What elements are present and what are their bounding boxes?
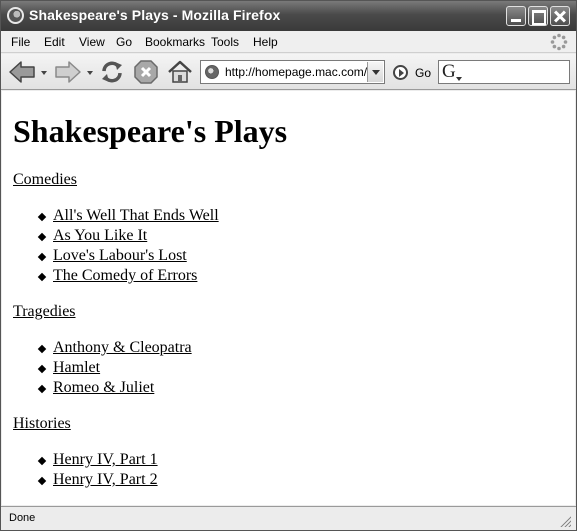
menu-help[interactable]: Help [253, 35, 278, 49]
search-engine-icon[interactable]: G [442, 62, 462, 82]
bullet-icon [37, 456, 47, 466]
play-link[interactable]: Romeo & Juliet [53, 379, 154, 397]
browser-window: Shakespeare's Plays - Mozilla Firefox Fi… [0, 0, 577, 531]
play-link[interactable]: Hamlet [53, 359, 100, 377]
bullet-icon [37, 272, 47, 282]
window-title: Shakespeare's Plays - Mozilla Firefox [29, 7, 281, 23]
back-history-dropdown-icon[interactable] [41, 71, 47, 75]
play-link[interactable]: Henry IV, Part 2 [53, 471, 158, 489]
play-link[interactable]: All's Well That Ends Well [53, 207, 219, 225]
home-icon[interactable] [166, 58, 194, 86]
site-icon [205, 65, 219, 79]
forward-arrow-icon[interactable] [53, 58, 83, 86]
menu-go[interactable]: Go [116, 35, 132, 49]
bullet-icon [37, 252, 47, 262]
page-content: Shakespeare's Plays Comedies All's Well … [2, 91, 575, 505]
menu-view[interactable]: View [79, 35, 105, 49]
menu-tools[interactable]: Tools [211, 35, 239, 49]
status-bar: Done [1, 506, 576, 530]
close-button[interactable] [550, 6, 570, 26]
menu-bookmarks[interactable]: Bookmarks [145, 35, 205, 49]
play-link[interactable]: Henry IV, Part 1 [53, 451, 158, 469]
bullet-icon [37, 212, 47, 222]
section-link-tragedies[interactable]: Tragedies [13, 303, 76, 321]
page-title: Shakespeare's Plays [13, 113, 288, 149]
firefox-icon [7, 7, 24, 24]
menu-bar: File Edit View Go Bookmarks Tools Help [1, 31, 576, 53]
play-link[interactable]: Love's Labour's Lost [53, 247, 187, 265]
section-link-histories[interactable]: Histories [13, 415, 71, 433]
back-arrow-icon[interactable] [7, 58, 37, 86]
minimize-button[interactable] [506, 6, 526, 26]
menu-edit[interactable]: Edit [44, 35, 65, 49]
resize-grip-icon[interactable] [559, 515, 571, 527]
bullet-icon [37, 364, 47, 374]
bullet-icon [37, 384, 47, 394]
menu-file[interactable]: File [11, 35, 30, 49]
bullet-icon [37, 476, 47, 486]
go-button[interactable]: Go [415, 66, 431, 80]
throbber-icon [550, 33, 568, 51]
address-dropdown-button[interactable] [367, 62, 383, 82]
address-bar[interactable]: http://homepage.mac.com/d [200, 60, 385, 84]
play-link[interactable]: As You Like It [53, 227, 147, 245]
play-link[interactable]: The Comedy of Errors [53, 267, 197, 285]
bullet-icon [37, 232, 47, 242]
address-input[interactable]: http://homepage.mac.com/d [225, 65, 367, 79]
forward-history-dropdown-icon[interactable] [87, 71, 93, 75]
play-link[interactable]: Anthony & Cleopatra [53, 339, 192, 357]
navigation-toolbar: http://homepage.mac.com/d Go G [1, 54, 576, 90]
search-bar[interactable]: G [438, 60, 570, 84]
section-link-comedies[interactable]: Comedies [13, 171, 77, 189]
stop-icon[interactable] [132, 58, 160, 86]
status-text: Done [9, 512, 36, 524]
go-icon[interactable] [393, 65, 408, 80]
maximize-button[interactable] [528, 6, 548, 26]
bullet-icon [37, 344, 47, 354]
title-bar: Shakespeare's Plays - Mozilla Firefox [1, 1, 576, 31]
reload-icon[interactable] [98, 58, 126, 86]
